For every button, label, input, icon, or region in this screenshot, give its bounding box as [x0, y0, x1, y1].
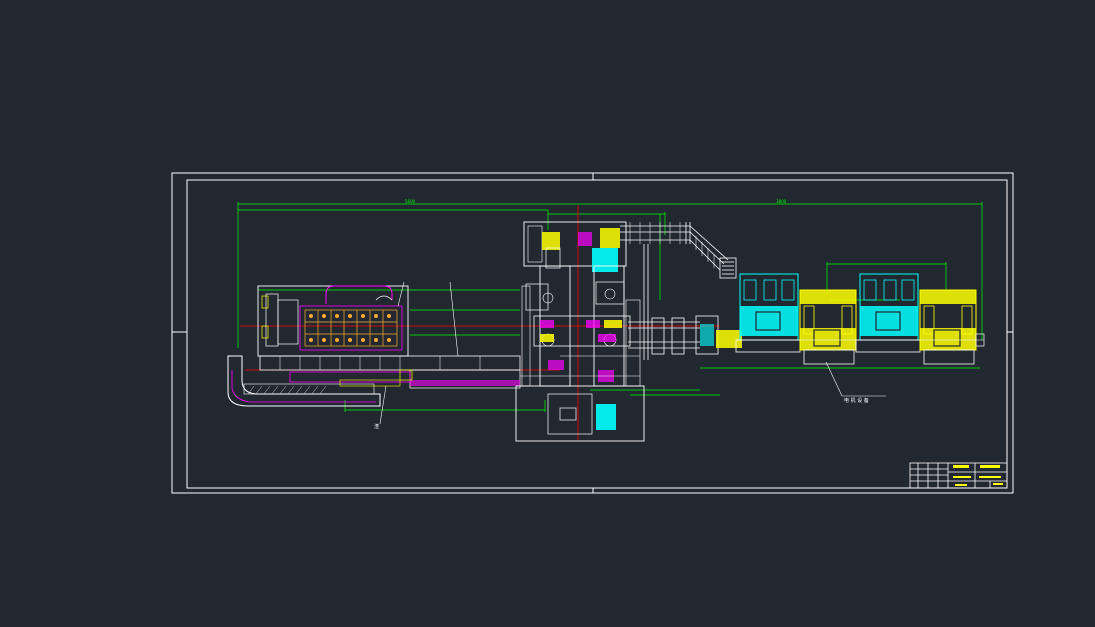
dim-label-top-left: 5600 [405, 199, 416, 204]
mill-stand [515, 221, 645, 442]
drive-shafts [628, 315, 742, 355]
dim-label-top-right: 3800 [776, 199, 787, 204]
motor-4 [919, 289, 977, 365]
title-block-text [953, 465, 1003, 486]
callout-right-label: 电 机 设 备 [844, 397, 869, 404]
furnace-section: 渣 [227, 281, 521, 430]
motor-group [735, 273, 985, 365]
cad-drawing: 5600 3800 渣 电 机 设 备 [171, 172, 1014, 494]
dimension-text: 5600 3800 [405, 199, 787, 204]
cad-viewport[interactable]: 5600 3800 渣 电 机 设 备 [0, 0, 1095, 623]
motor-2 [799, 289, 857, 365]
callout-bottom-label: 渣 [374, 423, 379, 430]
